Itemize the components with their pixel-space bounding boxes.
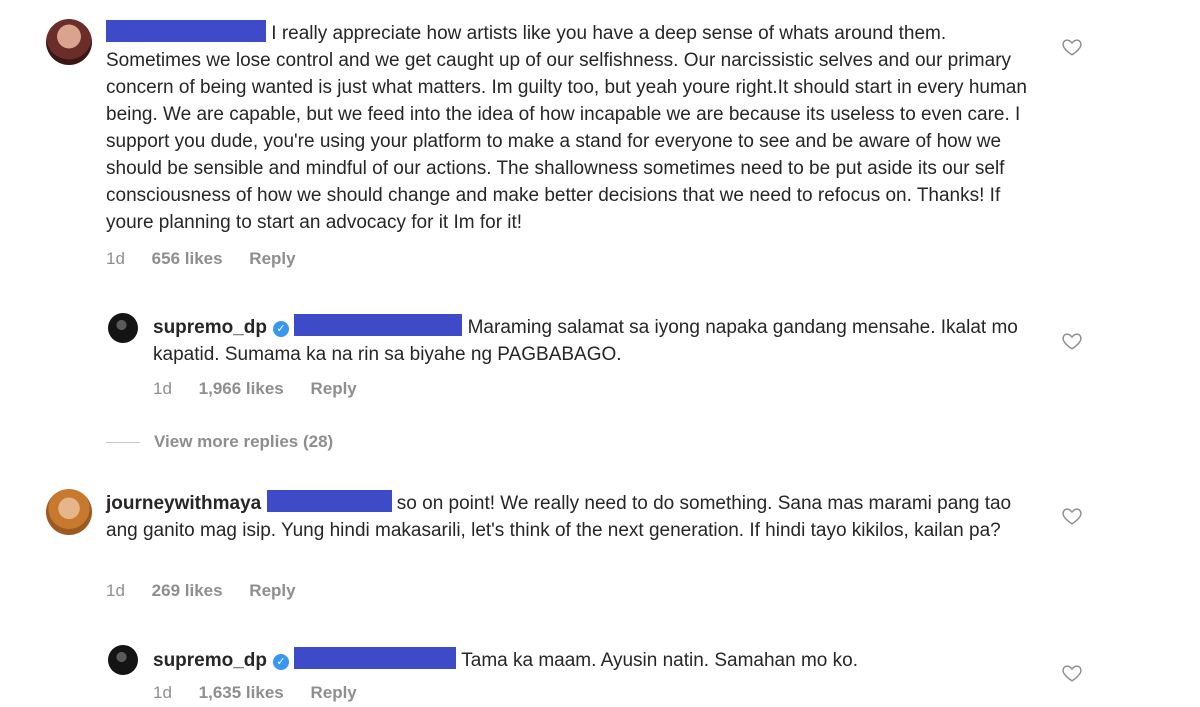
likes-count[interactable]: 269 likes: [152, 581, 223, 600]
heart-outline-icon[interactable]: [1061, 662, 1083, 684]
username-link[interactable]: supremo_dp: [153, 650, 267, 671]
reply-time[interactable]: 1d: [153, 379, 172, 398]
avatar[interactable]: [46, 19, 92, 65]
reply-body: supremo_dp ✓ Tama ka maam. Ayusin natin. …: [153, 647, 1033, 674]
heart-outline-icon[interactable]: [1061, 505, 1083, 527]
likes-count[interactable]: 1,966 likes: [199, 379, 284, 398]
comment-text: I really appreciate how artists like you…: [106, 23, 1027, 233]
reply-body: supremo_dp ✓ Maraming salamat sa iyong na…: [153, 314, 1033, 368]
comment-body: I really appreciate how artists like you…: [106, 20, 1036, 236]
comment-time[interactable]: 1d: [106, 249, 125, 268]
redacted-mention: [294, 647, 457, 669]
redacted-mention: [266, 490, 392, 512]
reply-button[interactable]: Reply: [310, 379, 356, 398]
reply-button[interactable]: Reply: [249, 581, 295, 600]
reply-text: Tama ka maam. Ayusin natin. Samahan mo k…: [461, 650, 858, 671]
verified-badge-icon: ✓: [273, 321, 290, 337]
redacted-mention: [294, 314, 463, 336]
comment-time[interactable]: 1d: [106, 581, 125, 600]
comment-meta: 1d 656 likes Reply: [106, 249, 318, 269]
view-more-replies-button[interactable]: View more replies (28): [106, 432, 333, 452]
heart-outline-icon[interactable]: [1061, 36, 1083, 58]
likes-count[interactable]: 656 likes: [152, 249, 223, 268]
likes-count[interactable]: 1,635 likes: [199, 683, 284, 702]
username-link[interactable]: supremo_dp: [153, 317, 267, 338]
redacted-username: [106, 20, 266, 42]
avatar[interactable]: [108, 645, 138, 675]
avatar[interactable]: [46, 489, 92, 535]
comment-meta: 1d 269 likes Reply: [106, 581, 318, 601]
reply-button[interactable]: Reply: [249, 249, 295, 268]
reply-meta: 1d 1,966 likes Reply: [153, 379, 379, 399]
username-link[interactable]: journeywithmaya: [106, 493, 261, 514]
divider-line: [106, 442, 140, 444]
comment-body: journeywithmaya so on point! We really n…: [106, 490, 1036, 544]
heart-outline-icon[interactable]: [1061, 330, 1083, 352]
view-more-replies-label: View more replies (28): [154, 432, 334, 451]
reply-meta: 1d 1,635 likes Reply: [153, 683, 379, 703]
reply-time[interactable]: 1d: [153, 683, 172, 702]
reply-button[interactable]: Reply: [310, 683, 356, 702]
verified-badge-icon: ✓: [273, 654, 290, 670]
avatar[interactable]: [108, 313, 138, 343]
